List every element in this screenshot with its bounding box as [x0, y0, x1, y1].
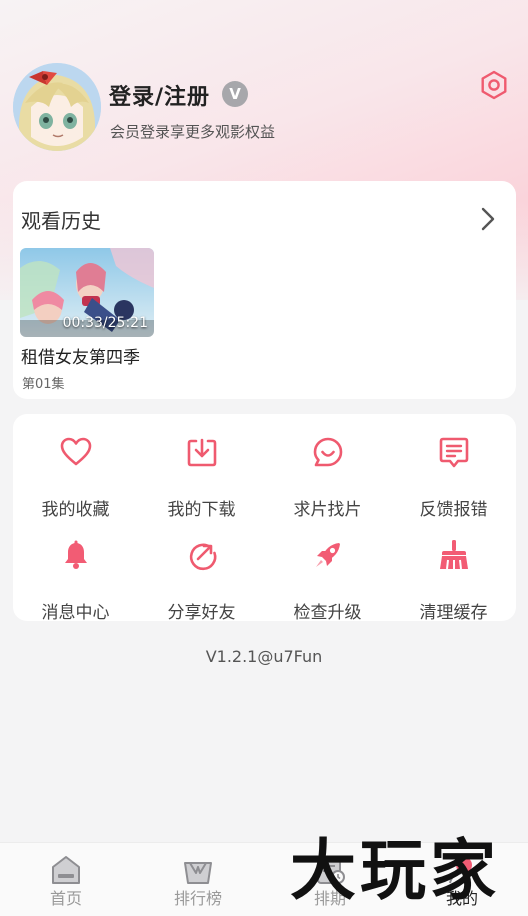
chevron-right-icon[interactable] [477, 205, 499, 233]
tab-home[interactable]: 首页 [0, 843, 132, 916]
home-icon [50, 855, 82, 885]
menu-clear-cache[interactable]: 清理缓存 [391, 539, 516, 623]
menu-favorites[interactable]: 我的收藏 [13, 436, 138, 520]
feedback-icon [438, 436, 470, 468]
app-version: V1.2.1@u7Fun [205, 647, 323, 666]
menu-label: 分享好友 [167, 603, 236, 623]
menu-feedback[interactable]: 反馈报错 [391, 436, 516, 520]
profile-subtitle: 会员登录享更多观影权益 [110, 123, 276, 141]
menu-downloads[interactable]: 我的下载 [139, 436, 264, 520]
menu-messages[interactable]: 消息中心 [13, 539, 138, 623]
menu-check-update[interactable]: 检查升级 [265, 539, 390, 623]
login-register-link[interactable]: 登录/注册 [109, 79, 210, 111]
watch-history-title: 观看历史 [21, 209, 101, 233]
ranking-icon [182, 855, 214, 885]
history-thumbnail[interactable]: 00:33/25:21 [20, 248, 154, 337]
menu-label: 反馈报错 [419, 500, 488, 520]
vip-badge[interactable]: V [222, 81, 248, 107]
watermark-logo: 大玩家 [262, 825, 528, 916]
share-icon [186, 539, 218, 571]
rocket-icon [312, 539, 344, 571]
smile-chat-icon [312, 436, 344, 468]
tab-label: 排行榜 [173, 889, 222, 908]
history-video-title[interactable]: 租借女友第四季 [21, 343, 140, 368]
avatar[interactable] [13, 63, 101, 151]
menu-label: 清理缓存 [419, 603, 488, 623]
tab-ranking[interactable]: 排行榜 [132, 843, 264, 916]
profile-header: 登录/注册 V 会员登录享更多观影权益 [0, 0, 528, 170]
menu-share[interactable]: 分享好友 [139, 539, 264, 623]
menu-label: 求片找片 [293, 500, 362, 520]
history-episode: 第01集 [22, 377, 65, 392]
settings-icon[interactable] [479, 70, 509, 100]
watch-history-card: 观看历史 00:33/25:21 租借女友第四季 第01集 [13, 181, 516, 399]
watermark-text: 大玩家 [290, 831, 500, 909]
menu-label: 我的收藏 [41, 500, 110, 520]
tab-label: 首页 [49, 889, 82, 908]
download-icon [186, 436, 218, 468]
function-menu-card: 我的收藏 我的下载 求片找片 反馈报错 消息中心 分享好友 检查升级 清理缓存 [13, 414, 516, 623]
menu-label: 消息中心 [41, 603, 110, 623]
menu-label: 检查升级 [293, 603, 362, 623]
history-progress-time: 00:33/25:21 [62, 315, 148, 331]
bell-icon [60, 539, 92, 571]
broom-icon [438, 539, 470, 571]
menu-label: 我的下载 [167, 500, 236, 520]
heart-icon [60, 436, 92, 468]
menu-request-video[interactable]: 求片找片 [265, 436, 390, 520]
